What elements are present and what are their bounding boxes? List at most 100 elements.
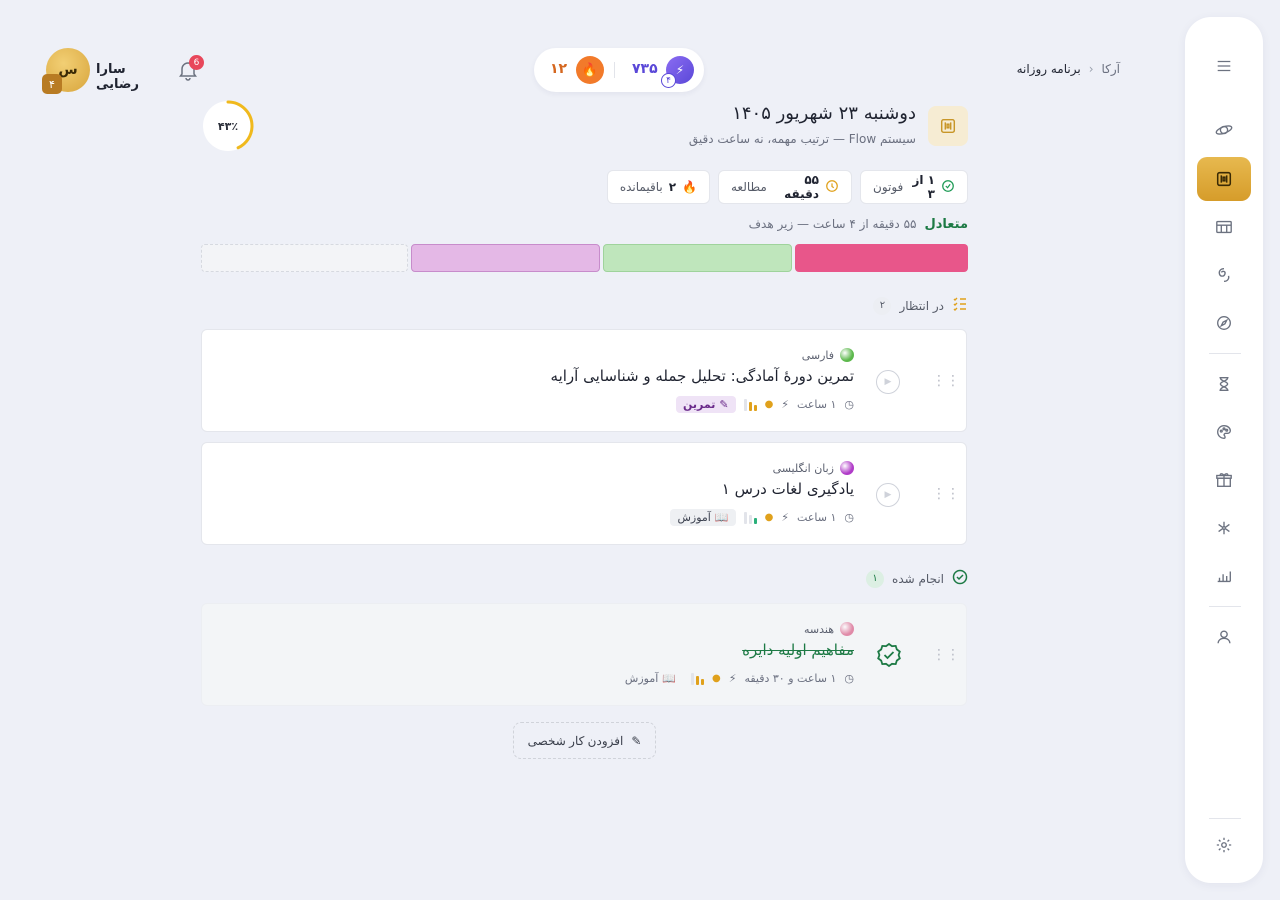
task-duration: ۱ ساعت و ۳۰ دقیقه (744, 672, 837, 685)
task-title: یادگیری لغات درس ۱ (721, 480, 854, 498)
play-icon[interactable]: ▶ (876, 483, 900, 507)
compass-icon[interactable] (1213, 312, 1235, 334)
task-card[interactable]: ⋮⋮ ▶ فارسی تمرین دورهٔ آمادگی: تحلیل جمل… (201, 329, 967, 432)
sidebar-divider (1209, 606, 1241, 607)
difficulty-bars-icon (743, 398, 757, 411)
user-icon[interactable] (1213, 626, 1235, 648)
daily-progress-ring: ۴۳٪ (200, 98, 256, 154)
balance-segment (411, 244, 600, 272)
energy-icon: ⚡ (728, 672, 737, 685)
balance-status: متعادل (924, 217, 968, 232)
done-count: ۱ (866, 569, 885, 588)
pending-count: ۲ (873, 296, 892, 315)
task-type-label: آموزش (624, 672, 659, 685)
priority-dot: ● (764, 399, 774, 410)
done-label: انجام شده (892, 571, 944, 586)
task-title: مفاهیم اولیه دایره (742, 641, 854, 659)
photons-chip: ۱ از ۳ فوتون (860, 170, 968, 204)
fire-icon: 🔥 (682, 180, 697, 194)
clock-icon: ◷ (844, 511, 854, 524)
study-value: ۵۵ دقیقه (784, 173, 819, 201)
add-personal-task-button[interactable]: ✎ افزودن کار شخصی (513, 722, 656, 759)
play-icon[interactable]: ▶ (876, 370, 900, 394)
balance-segment (201, 244, 408, 272)
drag-handle-icon[interactable]: ⋮⋮ (932, 487, 960, 501)
user-profile[interactable]: س ۴ سارا رضایی (42, 48, 172, 96)
atom-icon[interactable] (1213, 517, 1235, 539)
priority-dot: ● (764, 512, 774, 523)
breadcrumb-root[interactable]: آرکا (1102, 62, 1121, 76)
subject-color-dot (840, 461, 854, 475)
book-icon: 📖 (662, 672, 676, 685)
task-type-tag: 📖 آموزش (618, 670, 683, 687)
clock-icon: ◷ (844, 398, 854, 411)
task-subject: فارسی (802, 348, 854, 362)
streak-value: ۱۲ (550, 61, 568, 77)
study-label: مطالعه (731, 180, 767, 194)
subject-name: زبان انگلیسی (772, 461, 834, 475)
drag-handle-icon[interactable]: ⋮⋮ (932, 648, 960, 662)
page-title: دوشنبه ۲۳ شهریور ۱۴۰۵ (732, 103, 916, 124)
page-subtitle: سیستم Flow — ترتیب مهمه، نه ساعت دقیق (688, 132, 916, 146)
checklist-icon (952, 296, 968, 315)
clock-icon: ◷ (844, 672, 854, 685)
menu-icon[interactable] (1213, 55, 1235, 77)
planet-icon[interactable] (1213, 119, 1235, 141)
balance-segment (795, 244, 968, 272)
pencil-icon: ✎ (631, 733, 642, 748)
check-circle-icon (952, 569, 968, 588)
sidebar-divider (1209, 353, 1241, 354)
completed-check-icon[interactable] (876, 642, 902, 668)
user-name: سارا رضایی (96, 62, 139, 92)
pending-label: در انتظار (899, 298, 944, 313)
check-circle-icon (941, 179, 955, 196)
study-chip: ۵۵ دقیقه مطالعه (718, 170, 852, 204)
task-subject: زبان انگلیسی (773, 461, 854, 475)
energy-icon: ⚡ (781, 511, 790, 524)
priority-dot: ● (711, 673, 721, 684)
energy-icon: ⚡ (781, 398, 790, 411)
subject-color-dot (840, 622, 854, 636)
clock-icon (825, 179, 839, 196)
swirl-icon[interactable] (1213, 264, 1235, 286)
done-section-header: انجام شده ۱ (866, 569, 968, 588)
notification-badge: 6 (189, 55, 204, 70)
task-meta: ◷ ۱ ساعت و ۳۰ دقیقه ⚡ ● 📖 آموزش (618, 670, 854, 687)
balance-segment (603, 244, 792, 272)
remaining-label: باقیمانده (619, 180, 663, 194)
breadcrumb-current: برنامه روزانه (1016, 62, 1081, 76)
table-icon[interactable] (1213, 216, 1235, 238)
task-duration: ۱ ساعت (797, 511, 837, 524)
chart-icon[interactable] (1213, 565, 1235, 587)
task-meta: ◷ ۱ ساعت ⚡ ● ✎ تمرین (675, 396, 854, 413)
gift-icon[interactable] (1213, 469, 1235, 491)
fire-icon: 🔥 (576, 56, 604, 84)
subject-name: فارسی (801, 348, 834, 362)
photons-label: فوتون (873, 180, 904, 194)
balance-detail: ۵۵ دقیقه از ۴ ساعت — زیر هدف (748, 217, 917, 231)
hourglass-icon[interactable] (1213, 373, 1235, 395)
sidebar-divider (1209, 818, 1241, 819)
settings-icon[interactable] (1213, 834, 1235, 856)
gem-level-badge: ۴ (661, 73, 676, 88)
task-type-tag: ✎ تمرین (675, 396, 736, 413)
stats-pill: ⚡ ۴ ۷۳۵ 🔥 ۱۲ (534, 48, 704, 92)
add-button-label: افزودن کار شخصی (527, 733, 624, 748)
gems-value: ۷۳۵ (632, 61, 658, 77)
sidebar (1185, 17, 1263, 883)
task-type-label: تمرین (682, 398, 716, 411)
remaining-chip: 🔥 ۲ باقیمانده (607, 170, 710, 204)
daily-plan-icon[interactable] (1197, 157, 1251, 201)
remaining-value: ۲ (668, 180, 677, 194)
book-icon: 📖 (714, 511, 729, 524)
task-card-done[interactable]: ⋮⋮ هندسه مفاهیم اولیه دایره ◷ ۱ ساعت و ۳… (201, 603, 967, 706)
task-duration: ۱ ساعت (797, 398, 837, 411)
task-meta: ◷ ۱ ساعت ⚡ ● 📖 آموزش (670, 509, 854, 526)
daily-plan-icon (928, 106, 968, 146)
palette-icon[interactable] (1213, 421, 1235, 443)
photons-value: ۱ از ۳ (912, 173, 935, 201)
subject-name: هندسه (803, 622, 834, 636)
task-card[interactable]: ⋮⋮ ▶ زبان انگلیسی یادگیری لغات درس ۱ ◷ ۱… (201, 442, 967, 545)
drag-handle-icon[interactable]: ⋮⋮ (932, 374, 960, 388)
difficulty-bars-icon (743, 511, 757, 524)
